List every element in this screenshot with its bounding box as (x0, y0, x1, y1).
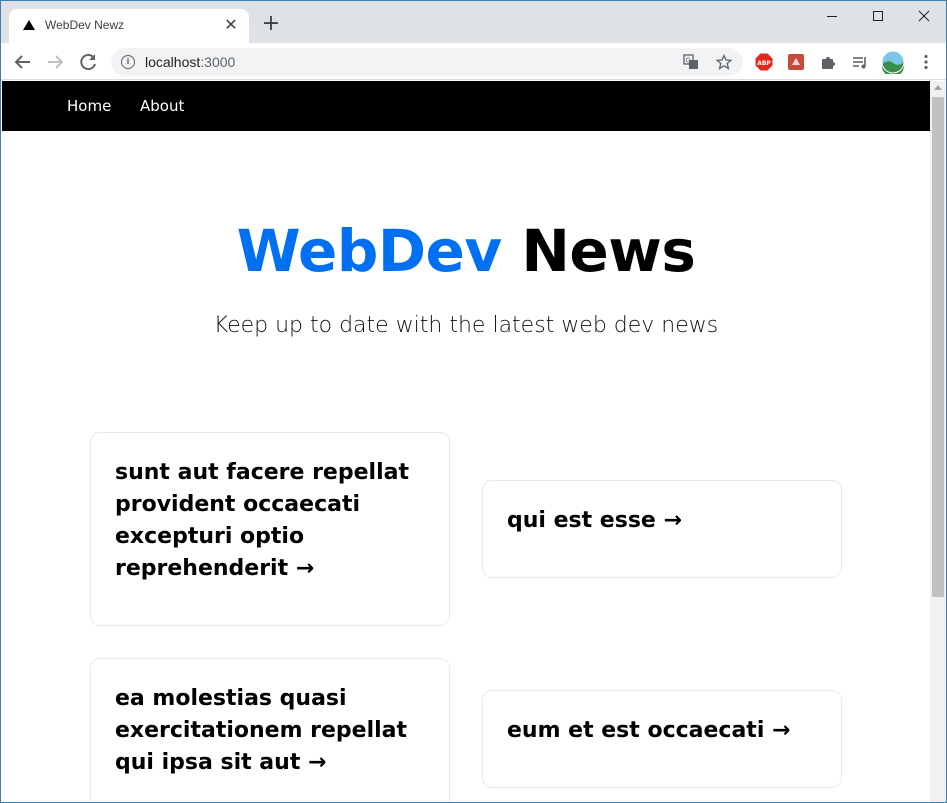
article-card[interactable]: eum et est occaecati → (482, 690, 842, 788)
nav-home-link[interactable]: Home (67, 97, 111, 115)
red-square-icon (788, 54, 804, 70)
back-button[interactable] (10, 49, 36, 75)
article-card[interactable]: qui est esse → (482, 480, 842, 578)
info-icon[interactable]: i (121, 55, 135, 69)
abp-octagon-icon: ABP (755, 53, 773, 71)
translate-icon[interactable]: G (683, 54, 699, 70)
scroll-up-icon[interactable] (934, 85, 942, 90)
forward-button[interactable] (42, 49, 68, 75)
address-bar[interactable]: i localhost:3000 G (111, 48, 743, 76)
url-host: localhost (145, 54, 201, 70)
abp-label: ABP (757, 60, 771, 67)
menu-button[interactable] (917, 53, 935, 71)
nav-about-link[interactable]: About (140, 97, 184, 115)
media-playlist-icon (853, 57, 866, 69)
tab-title: WebDev Newz (45, 18, 125, 32)
browser-window: WebDev Newz ✕ + i localhost:3000 G ABP H… (0, 0, 947, 803)
extensions-puzzle-icon (822, 57, 835, 69)
abp-extension-icon[interactable]: ABP (755, 53, 773, 71)
profile-avatar[interactable] (881, 50, 905, 77)
forward-icon (48, 55, 64, 69)
browser-tab[interactable]: WebDev Newz ✕ (9, 9, 249, 43)
title-accent: WebDev (236, 217, 503, 285)
article-title[interactable]: ea molestias quasi exercitationem repell… (115, 683, 425, 779)
profile-avatar-icon (881, 50, 905, 77)
browser-toolbar: i localhost:3000 G ABP (1, 43, 946, 80)
page-subtitle: Keep up to date with the latest web dev … (213, 313, 719, 338)
article-title[interactable]: qui est esse → (507, 505, 817, 537)
title-rest: News (521, 217, 696, 285)
back-icon (14, 55, 30, 69)
article-title[interactable]: eum et est occaecati → (507, 715, 817, 747)
puzzle-icon[interactable] (819, 53, 837, 71)
playlist-icon[interactable] (851, 53, 869, 71)
scrollbar-thumb[interactable] (932, 97, 944, 597)
page-title: WebDev News (2, 217, 930, 285)
close-tab-icon[interactable]: ✕ (221, 15, 241, 35)
article-card[interactable]: ea molestias quasi exercitationem repell… (90, 658, 450, 802)
kebab-menu-icon (924, 54, 928, 70)
maximize-button[interactable] (855, 1, 901, 31)
window-close-icon (918, 10, 930, 22)
url-port: :3000 (200, 54, 236, 70)
new-tab-button[interactable]: + (259, 13, 283, 37)
red-extension-icon[interactable] (787, 53, 805, 71)
article-title[interactable]: sunt aut facere repellat provident occae… (115, 457, 425, 585)
reload-icon (80, 54, 96, 71)
url-text: localhost:3000 (145, 54, 235, 70)
window-close-button[interactable] (901, 1, 946, 31)
star-icon[interactable] (716, 54, 732, 70)
site-nav: Home About (2, 81, 930, 131)
minimize-button[interactable] (809, 1, 855, 31)
page-viewport: Home About WebDev News Keep up to date w… (2, 81, 930, 802)
vertical-scrollbar[interactable] (930, 81, 946, 802)
reload-button[interactable] (75, 49, 101, 75)
triangle-favicon-icon (23, 20, 35, 30)
article-card[interactable]: sunt aut facere repellat provident occae… (90, 432, 450, 626)
svg-text:G: G (686, 57, 691, 65)
tab-strip: WebDev Newz ✕ + (1, 1, 946, 43)
